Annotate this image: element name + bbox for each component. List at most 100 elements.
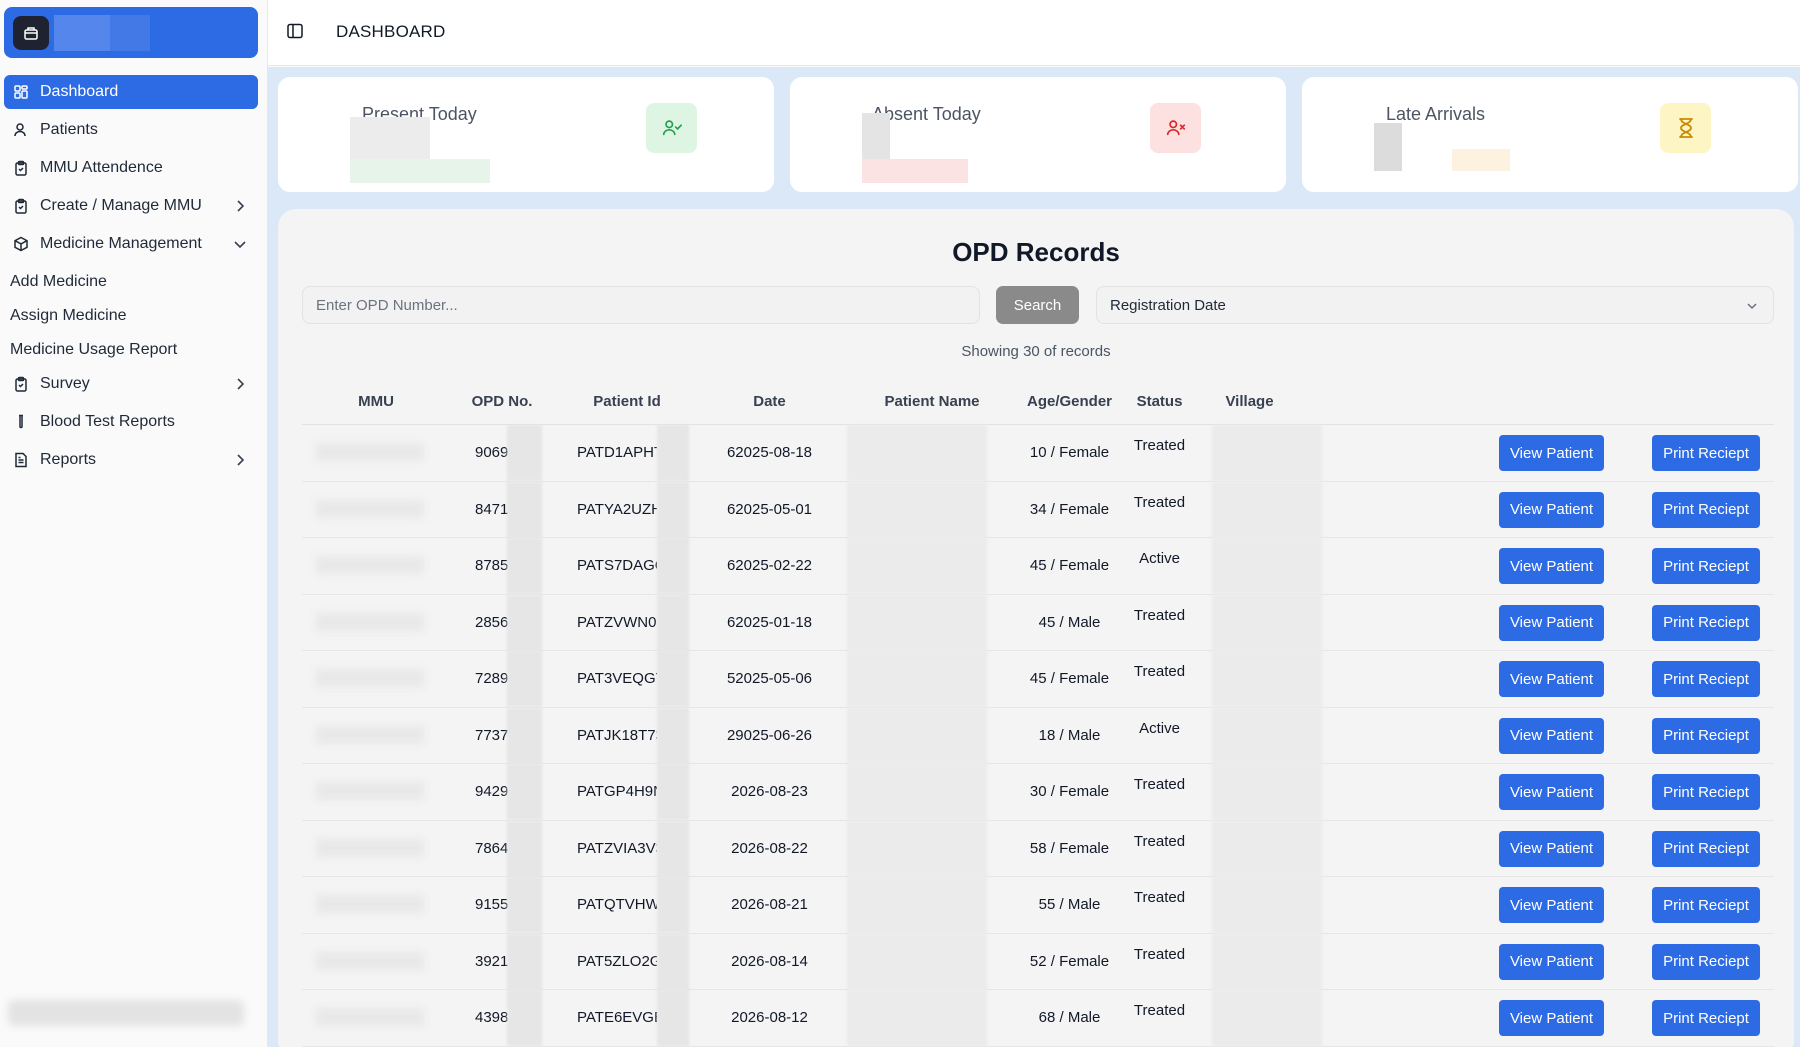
stat-value-redacted — [1374, 123, 1402, 171]
view-patient-button[interactable]: View Patient — [1499, 604, 1604, 641]
column-header-mmu: MMU — [358, 393, 394, 410]
sidebar-toggle-icon[interactable] — [286, 22, 306, 42]
clipboard-icon — [12, 197, 30, 215]
column-header-patient-name: Patient Name — [884, 393, 980, 410]
print-receipt-button[interactable]: Print Reciept — [1652, 435, 1760, 471]
stat-subtext-redacted — [862, 159, 968, 183]
table-row: 9069 PATD1APHT5 62025-08-18 10 / Female Trea… — [302, 425, 1774, 482]
view-patient-button[interactable]: View Patient — [1499, 435, 1604, 471]
sidebar-item-create-manage-mmu[interactable]: Create / Manage MMU — [4, 189, 258, 223]
column-header-age-gender: Age/Gender — [1026, 393, 1113, 410]
village-redacted — [1212, 707, 1322, 764]
table-row: 7737 PATJK18T73 29025-06-26 18 / Male Active… — [302, 707, 1774, 764]
opd-number-cell: 7864 — [475, 839, 509, 857]
age-gender-cell: 55 / Male — [1038, 896, 1101, 913]
sidebar-item-medicine-management[interactable]: Medicine Management — [4, 227, 258, 261]
table-row: 4398 PATE6EVGB2 2026-08-12 68 / Male Treated… — [302, 990, 1774, 1047]
chevron-right-icon — [237, 200, 245, 212]
sidebar-item-patients[interactable]: Patients — [4, 113, 258, 147]
print-receipt-button[interactable]: Print Reciept — [1652, 774, 1760, 810]
view-patient-button[interactable]: View Patient — [1499, 717, 1604, 754]
print-receipt-button[interactable]: Print Reciept — [1652, 661, 1760, 697]
user-check-icon — [646, 103, 697, 153]
patient-id-cell: PATQTVHWB8 — [577, 896, 657, 913]
view-patient-button[interactable]: View Patient — [1499, 491, 1604, 528]
patient-id-cell: PATGP4H9N4 — [577, 783, 657, 800]
stat-card-absent: Absent Today — [790, 77, 1286, 192]
view-patient-button[interactable]: View Patient — [1499, 661, 1604, 697]
patient-name-redacted — [847, 538, 987, 594]
user-footer-redacted — [8, 1000, 244, 1026]
sidebar-item-reports[interactable]: Reports — [4, 443, 258, 477]
status-cell: Treated — [1133, 663, 1186, 680]
brand-header[interactable] — [4, 7, 258, 58]
opd-number-cell: 8785 — [475, 557, 509, 574]
table-header: MMU OPD No. Patient Id Date Patient Name Age/… — [302, 379, 1774, 425]
sidebar-subitem-add-medicine[interactable]: Add Medicine — [4, 265, 258, 299]
print-receipt-button[interactable]: Print Reciept — [1652, 830, 1760, 867]
search-button[interactable]: Search — [996, 286, 1079, 324]
opd-number-cell: 8471 — [475, 500, 509, 518]
age-gender-cell: 34 / Female — [1029, 500, 1110, 518]
chevron-down-icon — [234, 241, 246, 249]
app-logo-icon — [13, 16, 49, 50]
status-cell: Treated — [1133, 945, 1186, 963]
patient-id-redacted — [657, 481, 689, 538]
opd-number-redacted — [507, 820, 542, 877]
sidebar-item-survey[interactable]: Survey — [4, 367, 258, 401]
sidebar-item-dashboard[interactable]: Dashboard — [4, 75, 258, 109]
sidebar-subitem-medicine-usage-report[interactable]: Medicine Usage Report — [4, 333, 258, 367]
patient-name-redacted — [847, 425, 987, 481]
patient-id-cell: PATS7DAGQ3 — [577, 557, 657, 574]
stat-subtext-redacted — [1452, 149, 1510, 171]
opd-number-cell: 7737 — [475, 726, 509, 744]
opd-number-redacted — [507, 764, 542, 820]
mmu-cell-redacted — [316, 1008, 424, 1026]
column-header-date: Date — [753, 393, 786, 410]
print-receipt-button[interactable]: Print Reciept — [1652, 491, 1760, 528]
date-filter-select[interactable]: Registration Date — [1096, 286, 1774, 324]
print-receipt-button[interactable]: Print Reciept — [1652, 1000, 1760, 1036]
patient-name-redacted — [847, 990, 987, 1046]
village-redacted — [1212, 933, 1322, 990]
view-patient-button[interactable]: View Patient — [1499, 774, 1604, 810]
clipboard-icon — [12, 375, 30, 393]
table-row: 7289 PAT3VEQGT6 52025-05-06 45 / Female Trea… — [302, 651, 1774, 708]
date-cell: 2026-08-14 — [731, 952, 808, 970]
opd-search-input[interactable] — [302, 286, 980, 324]
view-patient-button[interactable]: View Patient — [1499, 548, 1604, 584]
sidebar-item-mmu-attendence[interactable]: MMU Attendence — [4, 151, 258, 185]
stat-title: Late Arrivals — [1386, 104, 1486, 124]
mmu-cell-redacted — [316, 669, 424, 687]
file-text-icon — [12, 451, 30, 469]
hourglass-icon — [1660, 103, 1711, 153]
opd-number-redacted — [507, 594, 542, 651]
view-patient-button[interactable]: View Patient — [1499, 1000, 1604, 1036]
sidebar-subitem-assign-medicine[interactable]: Assign Medicine — [4, 299, 258, 333]
view-patient-button[interactable]: View Patient — [1499, 943, 1604, 980]
opd-records-title: OPD Records — [952, 237, 1120, 267]
patient-id-cell: PATZVIA3V3 — [577, 839, 657, 857]
print-receipt-button[interactable]: Print Reciept — [1652, 717, 1760, 754]
sidebar-nav: Dashboard Patients MMU Attendence Create / … — [4, 75, 258, 481]
patient-id-cell: PAT3VEQGT6 — [577, 670, 657, 687]
status-cell: Treated — [1133, 889, 1186, 906]
view-patient-button[interactable]: View Patient — [1499, 830, 1604, 867]
sidebar-item-blood-test-reports[interactable]: Blood Test Reports — [4, 405, 258, 439]
print-receipt-button[interactable]: Print Reciept — [1652, 943, 1760, 980]
records-count: Showing 30 of records — [961, 343, 1111, 360]
patient-name-redacted — [847, 481, 987, 538]
table-row: 3921 PAT5ZLO2G4 2026-08-14 52 / Female Treat… — [302, 933, 1774, 990]
user-x-icon — [1150, 103, 1201, 153]
print-receipt-button[interactable]: Print Reciept — [1652, 604, 1760, 641]
column-header-village: Village — [1225, 393, 1274, 410]
opd-table: MMU OPD No. Patient Id Date Patient Name Age/… — [302, 379, 1774, 1047]
print-receipt-button[interactable]: Print Reciept — [1652, 887, 1760, 923]
date-cell: 52025-05-06 — [726, 670, 813, 687]
patient-name-redacted — [847, 651, 987, 707]
sidebar-item-label: Survey — [40, 375, 90, 392]
age-gender-cell: 45 / Female — [1029, 670, 1110, 687]
view-patient-button[interactable]: View Patient — [1499, 887, 1604, 923]
mmu-cell-redacted — [316, 612, 424, 631]
print-receipt-button[interactable]: Print Reciept — [1652, 548, 1760, 584]
